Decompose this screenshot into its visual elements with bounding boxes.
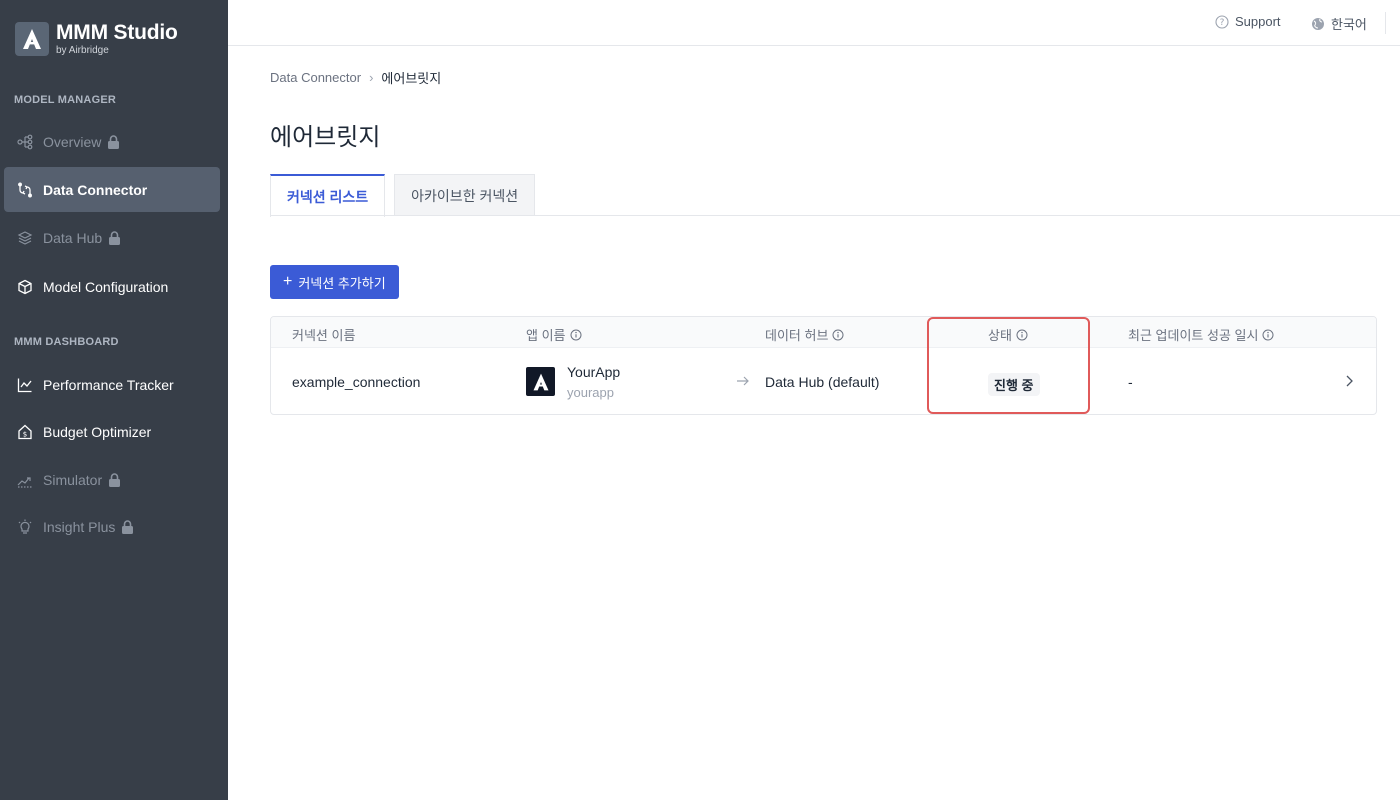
language-label: 한국어 xyxy=(1331,17,1367,32)
column-header-connection-name: 커넥션 이름 xyxy=(292,325,355,344)
last-success-cell: - xyxy=(1128,374,1133,390)
breadcrumb-current: 에어브릿지 xyxy=(381,71,442,86)
add-connection-label: 커넥션 추가하기 xyxy=(298,275,386,291)
section-label-mmm-dashboard: MMM DASHBOARD xyxy=(14,336,119,348)
topbar-divider xyxy=(1385,12,1386,34)
plus-icon: + xyxy=(283,273,293,290)
sidebar-item-simulator[interactable]: Simulator xyxy=(4,457,220,502)
tab-connection-list[interactable]: 커넥션 리스트 xyxy=(270,174,386,217)
sidebar-item-label: Data Connector xyxy=(43,181,148,198)
support-label: Support xyxy=(1235,14,1281,29)
sidebar-item-label: Budget Optimizer xyxy=(43,423,152,440)
house-dollar-icon: $ xyxy=(16,423,33,440)
trend-icon xyxy=(16,471,33,488)
support-link[interactable]: ? Support xyxy=(1215,14,1281,29)
layers-icon xyxy=(16,229,33,246)
cube-icon xyxy=(16,278,33,295)
connection-name-cell: example_connection xyxy=(292,374,421,390)
sidebar-item-budget-optimizer[interactable]: $ Budget Optimizer xyxy=(4,409,220,454)
column-header-label: 최근 업데이트 성공 일시 xyxy=(1128,328,1259,343)
column-header-last-success: 최근 업데이트 성공 일시 xyxy=(1128,325,1274,344)
breadcrumb: Data Connector › 에어브릿지 xyxy=(270,68,441,87)
sidebar-item-data-hub[interactable]: Data Hub xyxy=(4,215,220,260)
info-icon[interactable] xyxy=(1262,329,1274,341)
lock-icon xyxy=(108,230,121,245)
sidebar-item-label: Model Configuration xyxy=(43,278,169,295)
brand-logo[interactable]: MMM Studio by Airbridge xyxy=(15,22,178,56)
line-chart-icon xyxy=(16,376,33,393)
info-icon[interactable] xyxy=(832,329,844,341)
status-highlight-box xyxy=(927,317,1090,414)
help-circle-icon: ? xyxy=(1215,14,1229,29)
sidebar-item-model-configuration[interactable]: Model Configuration xyxy=(4,264,220,309)
column-header-label: 커넥션 이름 xyxy=(292,328,356,343)
app-id-cell: yourapp xyxy=(567,385,614,400)
arrow-right-icon xyxy=(736,374,750,390)
sidebar-item-label: Performance Tracker xyxy=(43,376,174,393)
tab-bar: 커넥션 리스트 아카이브한 커넥션 xyxy=(270,174,544,217)
data-hub-cell: Data Hub (default) xyxy=(765,374,880,390)
column-header-app-name: 앱 이름 xyxy=(526,325,582,344)
tabs-divider xyxy=(270,215,1400,216)
add-connection-button[interactable]: + 커넥션 추가하기 xyxy=(270,265,399,299)
column-header-data-hub: 데이터 허브 xyxy=(765,325,844,344)
info-icon[interactable] xyxy=(570,329,582,341)
svg-text:?: ? xyxy=(1220,18,1225,28)
sidebar-item-data-connector[interactable]: Data Connector xyxy=(4,167,220,212)
breadcrumb-parent[interactable]: Data Connector xyxy=(270,70,361,85)
app-name-cell: YourApp xyxy=(567,364,621,380)
connections-table: 커넥션 이름 앱 이름 데이터 허브 상태 최근 업데이트 성공 일시 exam… xyxy=(270,316,1377,415)
breadcrumb-separator: › xyxy=(369,70,374,85)
sidebar-item-performance-tracker[interactable]: Performance Tracker xyxy=(4,362,220,407)
airbridge-logo-icon xyxy=(15,22,49,56)
sidebar-item-label: Insight Plus xyxy=(43,518,116,535)
column-header-label: 데이터 허브 xyxy=(765,328,829,343)
column-header-label: 앱 이름 xyxy=(526,328,566,343)
top-bar: ? Support 한국어 xyxy=(228,0,1400,46)
sidebar-item-label: Data Hub xyxy=(43,229,103,246)
brand-title: MMM Studio xyxy=(56,21,178,44)
app-logo-icon xyxy=(526,367,555,396)
page-title: 에어브릿지 xyxy=(270,124,381,151)
globe-icon xyxy=(1312,17,1324,30)
svg-text:$: $ xyxy=(22,430,26,438)
tab-archived-connections[interactable]: 아카이브한 커넥션 xyxy=(394,174,536,216)
sidebar-item-overview[interactable]: Overview xyxy=(4,119,220,164)
sidebar: MMM Studio by Airbridge MODEL MANAGER Ov… xyxy=(0,0,228,800)
lock-icon xyxy=(121,519,134,534)
lock-icon xyxy=(107,134,120,149)
language-selector[interactable]: 한국어 xyxy=(1311,14,1367,33)
brand-subtitle: by Airbridge xyxy=(56,45,109,56)
connector-icon xyxy=(16,181,33,198)
hierarchy-icon xyxy=(16,133,33,150)
lightbulb-icon xyxy=(16,518,33,535)
sidebar-item-label: Overview xyxy=(43,133,102,150)
section-label-model-manager: MODEL MANAGER xyxy=(14,94,117,106)
table-header: 커넥션 이름 앱 이름 데이터 허브 상태 최근 업데이트 성공 일시 xyxy=(271,317,1376,348)
sidebar-item-label: Simulator xyxy=(43,471,103,488)
lock-icon xyxy=(108,472,121,487)
sidebar-item-insight-plus[interactable]: Insight Plus xyxy=(4,504,220,549)
chevron-right-icon[interactable] xyxy=(1345,374,1353,390)
